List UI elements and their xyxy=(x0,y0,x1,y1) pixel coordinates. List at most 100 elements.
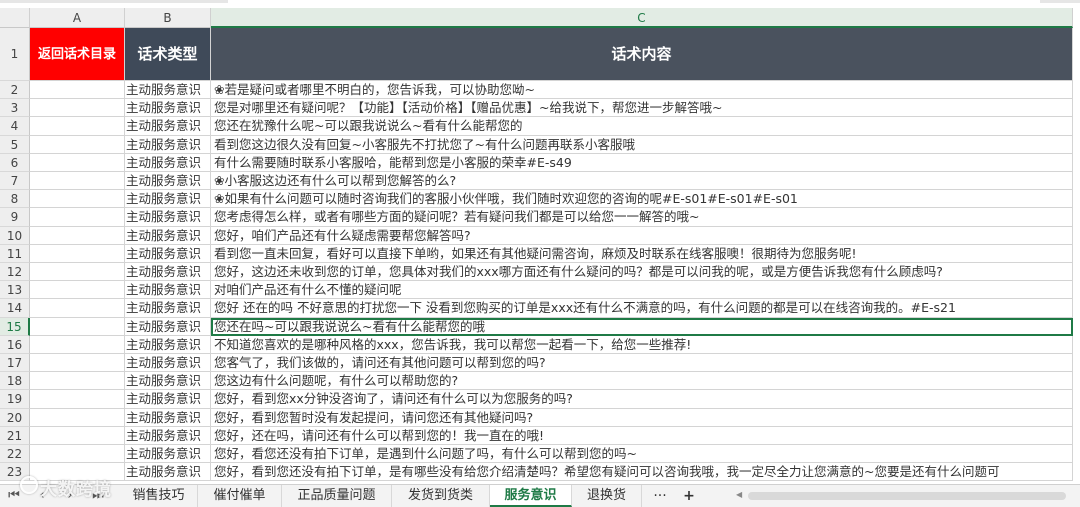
cell-a[interactable] xyxy=(30,99,125,118)
cell-a[interactable] xyxy=(30,445,125,464)
row-header[interactable]: 20 xyxy=(0,408,30,427)
cell-content[interactable]: 您好，这边还未收到您的订单，您具体对我们的xxx哪方面还有什么疑问的吗？都是可以… xyxy=(211,263,1073,282)
tab-sales-skills[interactable]: 销售技巧 xyxy=(120,485,198,507)
row-header[interactable]: 8 xyxy=(0,190,30,209)
cell-content[interactable]: 您还在犹豫什么呢~可以跟我说说么~看有什么能帮您的 xyxy=(211,117,1073,136)
cell-a[interactable] xyxy=(30,208,125,227)
row-header[interactable]: 3 xyxy=(0,99,30,118)
row-header[interactable]: 2 xyxy=(0,81,30,100)
cell-content[interactable]: 您好，看到您暂时没有发起提问，请问您还有其他疑问吗? xyxy=(211,408,1073,427)
cell-type[interactable]: 主动服务意识 xyxy=(125,153,211,172)
cell-type[interactable]: 主动服务意识 xyxy=(125,172,211,191)
row-header[interactable]: 11 xyxy=(0,244,30,263)
cell-a[interactable] xyxy=(30,354,125,373)
cell-a[interactable] xyxy=(30,263,125,282)
select-all-corner[interactable] xyxy=(0,8,30,28)
cell-content[interactable]: 您好，看您还没有拍下订单，是遇到什么问题了吗，有什么可以帮到您的吗~ xyxy=(211,445,1073,464)
row-header[interactable]: 17 xyxy=(0,354,30,373)
cell-a[interactable] xyxy=(30,390,125,409)
row-header[interactable]: 16 xyxy=(0,335,30,354)
row-header[interactable]: 21 xyxy=(0,426,30,445)
cell-a[interactable] xyxy=(30,172,125,191)
row-header[interactable]: 7 xyxy=(0,172,30,191)
tab-returns[interactable]: 退换货 xyxy=(572,485,642,507)
cell-type[interactable]: 主动服务意识 xyxy=(125,317,211,336)
cell-a[interactable] xyxy=(30,408,125,427)
row-header[interactable]: 4 xyxy=(0,117,30,136)
column-header-c[interactable]: C xyxy=(211,8,1073,28)
row-header[interactable]: 9 xyxy=(0,208,30,227)
cell-content[interactable]: 有什么需要随时联系小客服哈，能帮到您是小客服的荣幸#E-s49 xyxy=(211,153,1073,172)
cell-content[interactable]: ❀小客服这边还有什么可以帮到您解答的么? xyxy=(211,172,1073,191)
back-to-catalog-link[interactable]: 返回话术目录 xyxy=(30,28,125,81)
cell-a[interactable] xyxy=(30,135,125,154)
cell-type[interactable]: 主动服务意识 xyxy=(125,372,211,391)
first-sheet-icon[interactable]: ⏮ xyxy=(6,485,22,507)
header-script-type[interactable]: 话术类型 xyxy=(125,28,211,81)
cell-content[interactable]: 您是对哪里还有疑问呢？【功能】【活动价格】【赠品优惠】~给我说下，帮您进一步解答… xyxy=(211,99,1073,118)
cell-type[interactable]: 主动服务意识 xyxy=(125,426,211,445)
row-header[interactable]: 19 xyxy=(0,390,30,409)
cell-content[interactable]: 您好，看到您还没有拍下订单，是有哪些没有给您介绍清楚吗？希望您有疑问可以咨询我哦… xyxy=(211,463,1073,482)
cell-a[interactable] xyxy=(30,299,125,318)
row-header-1[interactable]: 1 xyxy=(0,28,30,81)
cell-content[interactable]: 看到您一直未回复，看好可以直接下单哟，如果还有其他疑问需咨询，麻烦及时联系在线客… xyxy=(211,244,1073,263)
cell-type[interactable]: 主动服务意识 xyxy=(125,263,211,282)
cell-a[interactable] xyxy=(30,426,125,445)
tab-shipping[interactable]: 发货到货类 xyxy=(392,485,490,507)
cell-type[interactable]: 主动服务意识 xyxy=(125,299,211,318)
cell-content[interactable]: 看到您这边很久没有回复~小客服先不打扰您了~有什么问题再联系小客服哦 xyxy=(211,135,1073,154)
cell-content[interactable]: 您考虑得怎么样，或者有哪些方面的疑问呢？若有疑问我们都是可以给您一一解答的哦~ xyxy=(211,208,1073,227)
cell-content[interactable]: 您好 还在的吗 不好意思的打扰您一下 没看到您购买的订单是xxx还有什么不满意的… xyxy=(211,299,1073,318)
horizontal-scrollbar[interactable] xyxy=(748,492,1066,500)
cell-type[interactable]: 主动服务意识 xyxy=(125,117,211,136)
cell-content[interactable]: 您好，看到您xx分钟没咨询了，请问还有什么可以为您服务的吗? xyxy=(211,390,1073,409)
cell-type[interactable]: 主动服务意识 xyxy=(125,463,211,482)
cell-a[interactable] xyxy=(30,372,125,391)
selected-cell-content[interactable]: 您还在吗~可以跟我说说么~看有什么能帮您的哦 xyxy=(211,317,1073,336)
cell-a[interactable] xyxy=(30,190,125,209)
cell-type[interactable]: 主动服务意识 xyxy=(125,99,211,118)
cell-type[interactable]: 主动服务意识 xyxy=(125,390,211,409)
cell-content[interactable]: 您好，咱们产品还有什么疑虑需要帮您解答吗? xyxy=(211,226,1073,245)
row-header[interactable]: 18 xyxy=(0,372,30,391)
cell-content[interactable]: 您这边有什么问题呢，有什么可以帮助您的? xyxy=(211,372,1073,391)
cell-type[interactable]: 主动服务意识 xyxy=(125,408,211,427)
cell-a[interactable] xyxy=(30,226,125,245)
cell-type[interactable]: 主动服务意识 xyxy=(125,190,211,209)
cell-a[interactable] xyxy=(30,244,125,263)
cell-content[interactable]: ❀如果有什么问题可以随时咨询我们的客服小伙伴哦，我们随时欢迎您的咨询的呢#E-s… xyxy=(211,190,1073,209)
cell-type[interactable]: 主动服务意识 xyxy=(125,226,211,245)
cell-a[interactable] xyxy=(30,117,125,136)
tab-quality-issues[interactable]: 正品质量问题 xyxy=(282,485,392,507)
cell-type[interactable]: 主动服务意识 xyxy=(125,244,211,263)
cell-a[interactable] xyxy=(30,153,125,172)
cell-content[interactable]: ❀若是疑问或者哪里不明白的，您告诉我，可以协助您呦~ xyxy=(211,81,1073,100)
cell-content[interactable]: 不知道您喜欢的是哪种风格的xxx，您告诉我，我可以帮您一起看一下，给您一些推荐! xyxy=(211,335,1073,354)
row-header[interactable]: 22 xyxy=(0,445,30,464)
header-script-content[interactable]: 话术内容 xyxy=(211,28,1073,81)
column-header-b[interactable]: B xyxy=(125,8,211,28)
cell-type[interactable]: 主动服务意识 xyxy=(125,281,211,300)
add-sheet-icon[interactable]: + xyxy=(678,485,700,507)
scroll-left-icon[interactable]: ◀ xyxy=(736,490,742,499)
row-header[interactable]: 15 xyxy=(0,317,30,336)
cell-type[interactable]: 主动服务意识 xyxy=(125,354,211,373)
tab-service-awareness[interactable]: 服务意识 xyxy=(490,485,572,507)
cell-type[interactable]: 主动服务意识 xyxy=(125,335,211,354)
row-header[interactable]: 12 xyxy=(0,263,30,282)
more-tabs-icon[interactable]: ··· xyxy=(648,485,672,507)
cell-type[interactable]: 主动服务意识 xyxy=(125,135,211,154)
row-header[interactable]: 6 xyxy=(0,153,30,172)
cell-a[interactable] xyxy=(30,335,125,354)
row-header[interactable]: 14 xyxy=(0,299,30,318)
row-header[interactable]: 10 xyxy=(0,226,30,245)
row-header[interactable]: 13 xyxy=(0,281,30,300)
cell-a[interactable] xyxy=(30,81,125,100)
cell-type[interactable]: 主动服务意识 xyxy=(125,445,211,464)
cell-content[interactable]: 对咱们产品还有什么不懂的疑问呢 xyxy=(211,281,1073,300)
cell-content[interactable]: 您客气了，我们该做的，请问还有其他问题可以帮到您的吗? xyxy=(211,354,1073,373)
tab-payment-reminder[interactable]: 催付催单 xyxy=(198,485,282,507)
cell-a[interactable] xyxy=(30,317,125,336)
cell-a[interactable] xyxy=(30,281,125,300)
